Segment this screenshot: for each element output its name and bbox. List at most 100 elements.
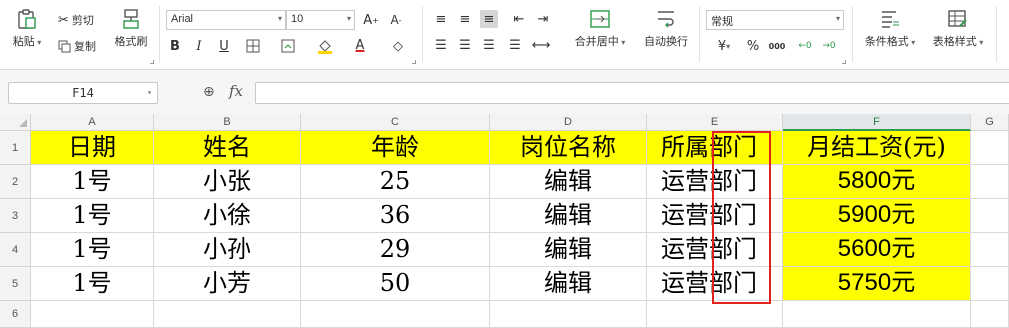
col-header-F[interactable]: F — [783, 114, 971, 131]
cell-D5[interactable]: 编辑 — [490, 267, 647, 301]
cell-A6[interactable] — [31, 301, 154, 328]
cell-C2[interactable]: 25 — [301, 165, 490, 199]
copy-button[interactable]: 复制 — [58, 38, 96, 54]
row-header-5[interactable]: 5 — [0, 267, 31, 301]
cell-F3[interactable]: 5900元 — [783, 199, 971, 233]
cell-B1[interactable]: 姓名 — [154, 131, 301, 165]
font-group-launcher[interactable] — [412, 60, 416, 64]
name-box[interactable]: F14 ▾ — [8, 82, 158, 104]
conditional-format-button[interactable]: 条件格式 ▾ — [858, 8, 922, 49]
align-top-icon[interactable]: ≡ — [432, 10, 450, 28]
cell-D4[interactable]: 编辑 — [490, 233, 647, 267]
cell-F4[interactable]: 5600元 — [783, 233, 971, 267]
cell-A4[interactable]: 1号 — [31, 233, 154, 267]
cell-C1[interactable]: 年龄 — [301, 131, 490, 165]
number-format-combo[interactable]: 常规 ▾ — [706, 10, 844, 30]
cell-E2[interactable]: 运营部门 — [647, 165, 783, 199]
cell-B4[interactable]: 小孙 — [154, 233, 301, 267]
paste-dropdown-icon[interactable]: ▾ — [35, 38, 41, 47]
distributed-align-icon[interactable]: ⟷ — [532, 36, 551, 54]
row-header-3[interactable]: 3 — [0, 199, 31, 233]
cell-A1[interactable]: 日期 — [31, 131, 154, 165]
cell-G5[interactable] — [971, 267, 1009, 301]
wrap-text-button[interactable]: 自动换行 — [638, 8, 694, 49]
cut-button[interactable]: ✂ 剪切 — [58, 12, 94, 28]
row-header-6[interactable]: 6 — [0, 301, 31, 328]
cell-E3[interactable]: 运营部门 — [647, 199, 783, 233]
cell-C4[interactable]: 29 — [301, 233, 490, 267]
increase-decimal-icon[interactable]: ←0 — [796, 37, 814, 55]
percent-button[interactable]: % — [744, 37, 762, 55]
bold-icon[interactable]: B — [166, 37, 184, 55]
col-header-D[interactable]: D — [490, 114, 647, 131]
cell-C5[interactable]: 50 — [301, 267, 490, 301]
underline-icon[interactable]: U — [215, 37, 233, 55]
col-header-E[interactable]: E — [647, 114, 783, 131]
increase-indent-icon[interactable]: ⇥ — [534, 10, 552, 28]
cell-F1[interactable]: 月结工资(元) — [783, 131, 971, 165]
decrease-indent-icon[interactable]: ⇤ — [510, 10, 528, 28]
number-group-launcher[interactable] — [842, 60, 846, 64]
fx-icon[interactable]: fx — [229, 82, 243, 100]
cell-G2[interactable] — [971, 165, 1009, 199]
cell-A3[interactable]: 1号 — [31, 199, 154, 233]
align-right-icon[interactable]: ☰ — [480, 36, 498, 54]
formula-input[interactable] — [255, 82, 1009, 104]
zoom-icon[interactable]: ⊕ — [203, 84, 215, 100]
table-style-button[interactable]: 表格样式 ▾ — [926, 8, 990, 49]
row-header-4[interactable]: 4 — [0, 233, 31, 267]
clipboard-group-launcher[interactable] — [150, 60, 154, 64]
align-middle-icon[interactable]: ≡ — [456, 10, 474, 28]
cell-C6[interactable] — [301, 301, 490, 328]
cell-B6[interactable] — [154, 301, 301, 328]
format-painter-button[interactable]: 格式刷 — [112, 8, 150, 49]
row-header-2[interactable]: 2 — [0, 165, 31, 199]
align-left-icon[interactable]: ☰ — [432, 36, 450, 54]
col-header-B[interactable]: B — [154, 114, 301, 131]
cell-D1[interactable]: 岗位名称 — [490, 131, 647, 165]
decrease-font-icon[interactable]: A- — [387, 11, 405, 29]
cell-style-icon[interactable] — [279, 37, 297, 55]
border-icon[interactable] — [244, 37, 262, 55]
cell-C3[interactable]: 36 — [301, 199, 490, 233]
increase-font-icon[interactable]: A + — [362, 11, 380, 29]
cell-G3[interactable] — [971, 199, 1009, 233]
cell-G1[interactable] — [971, 131, 1009, 165]
cell-F6[interactable] — [783, 301, 971, 328]
font-color-icon[interactable]: A — [351, 36, 369, 54]
italic-icon[interactable]: I — [190, 37, 208, 55]
cell-D6[interactable] — [490, 301, 647, 328]
align-bottom-icon[interactable]: ≡ — [480, 10, 498, 28]
cell-D3[interactable]: 编辑 — [490, 199, 647, 233]
cell-E6[interactable] — [647, 301, 783, 328]
cell-E1[interactable]: 所属部门 — [647, 131, 783, 165]
align-center-icon[interactable]: ☰ — [456, 36, 474, 54]
cell-A5[interactable]: 1号 — [31, 267, 154, 301]
select-all-corner[interactable] — [0, 114, 31, 131]
cell-B2[interactable]: 小张 — [154, 165, 301, 199]
cell-G6[interactable] — [971, 301, 1009, 328]
col-header-G[interactable]: G — [971, 114, 1009, 131]
font-size-combo[interactable]: 10 ▾ — [286, 10, 355, 30]
merge-center-button[interactable]: 合并居中 ▾ — [566, 8, 634, 49]
cell-F5[interactable]: 5750元 — [783, 267, 971, 301]
cell-D2[interactable]: 编辑 — [490, 165, 647, 199]
font-name-combo[interactable]: Arial ▾ — [166, 10, 286, 30]
cell-G4[interactable] — [971, 233, 1009, 267]
thousands-button[interactable]: 000 — [768, 37, 786, 55]
col-header-A[interactable]: A — [31, 114, 154, 131]
cell-F2[interactable]: 5800元 — [783, 165, 971, 199]
cell-E5[interactable]: 运营部门 — [647, 267, 783, 301]
currency-icon[interactable]: ¥ ▾ — [710, 37, 738, 55]
eraser-icon[interactable]: ◇ — [389, 37, 407, 55]
decrease-decimal-icon[interactable]: →0 — [820, 37, 838, 55]
row-header-1[interactable]: 1 — [0, 131, 31, 165]
paste-button[interactable]: 粘贴 ▾ — [10, 8, 44, 49]
col-header-C[interactable]: C — [301, 114, 490, 131]
justify-icon[interactable]: ☰ — [506, 36, 524, 54]
cell-B5[interactable]: 小芳 — [154, 267, 301, 301]
cell-A2[interactable]: 1号 — [31, 165, 154, 199]
cell-E4[interactable]: 运营部门 — [647, 233, 783, 267]
fill-color-icon[interactable] — [316, 37, 334, 55]
cell-B3[interactable]: 小徐 — [154, 199, 301, 233]
